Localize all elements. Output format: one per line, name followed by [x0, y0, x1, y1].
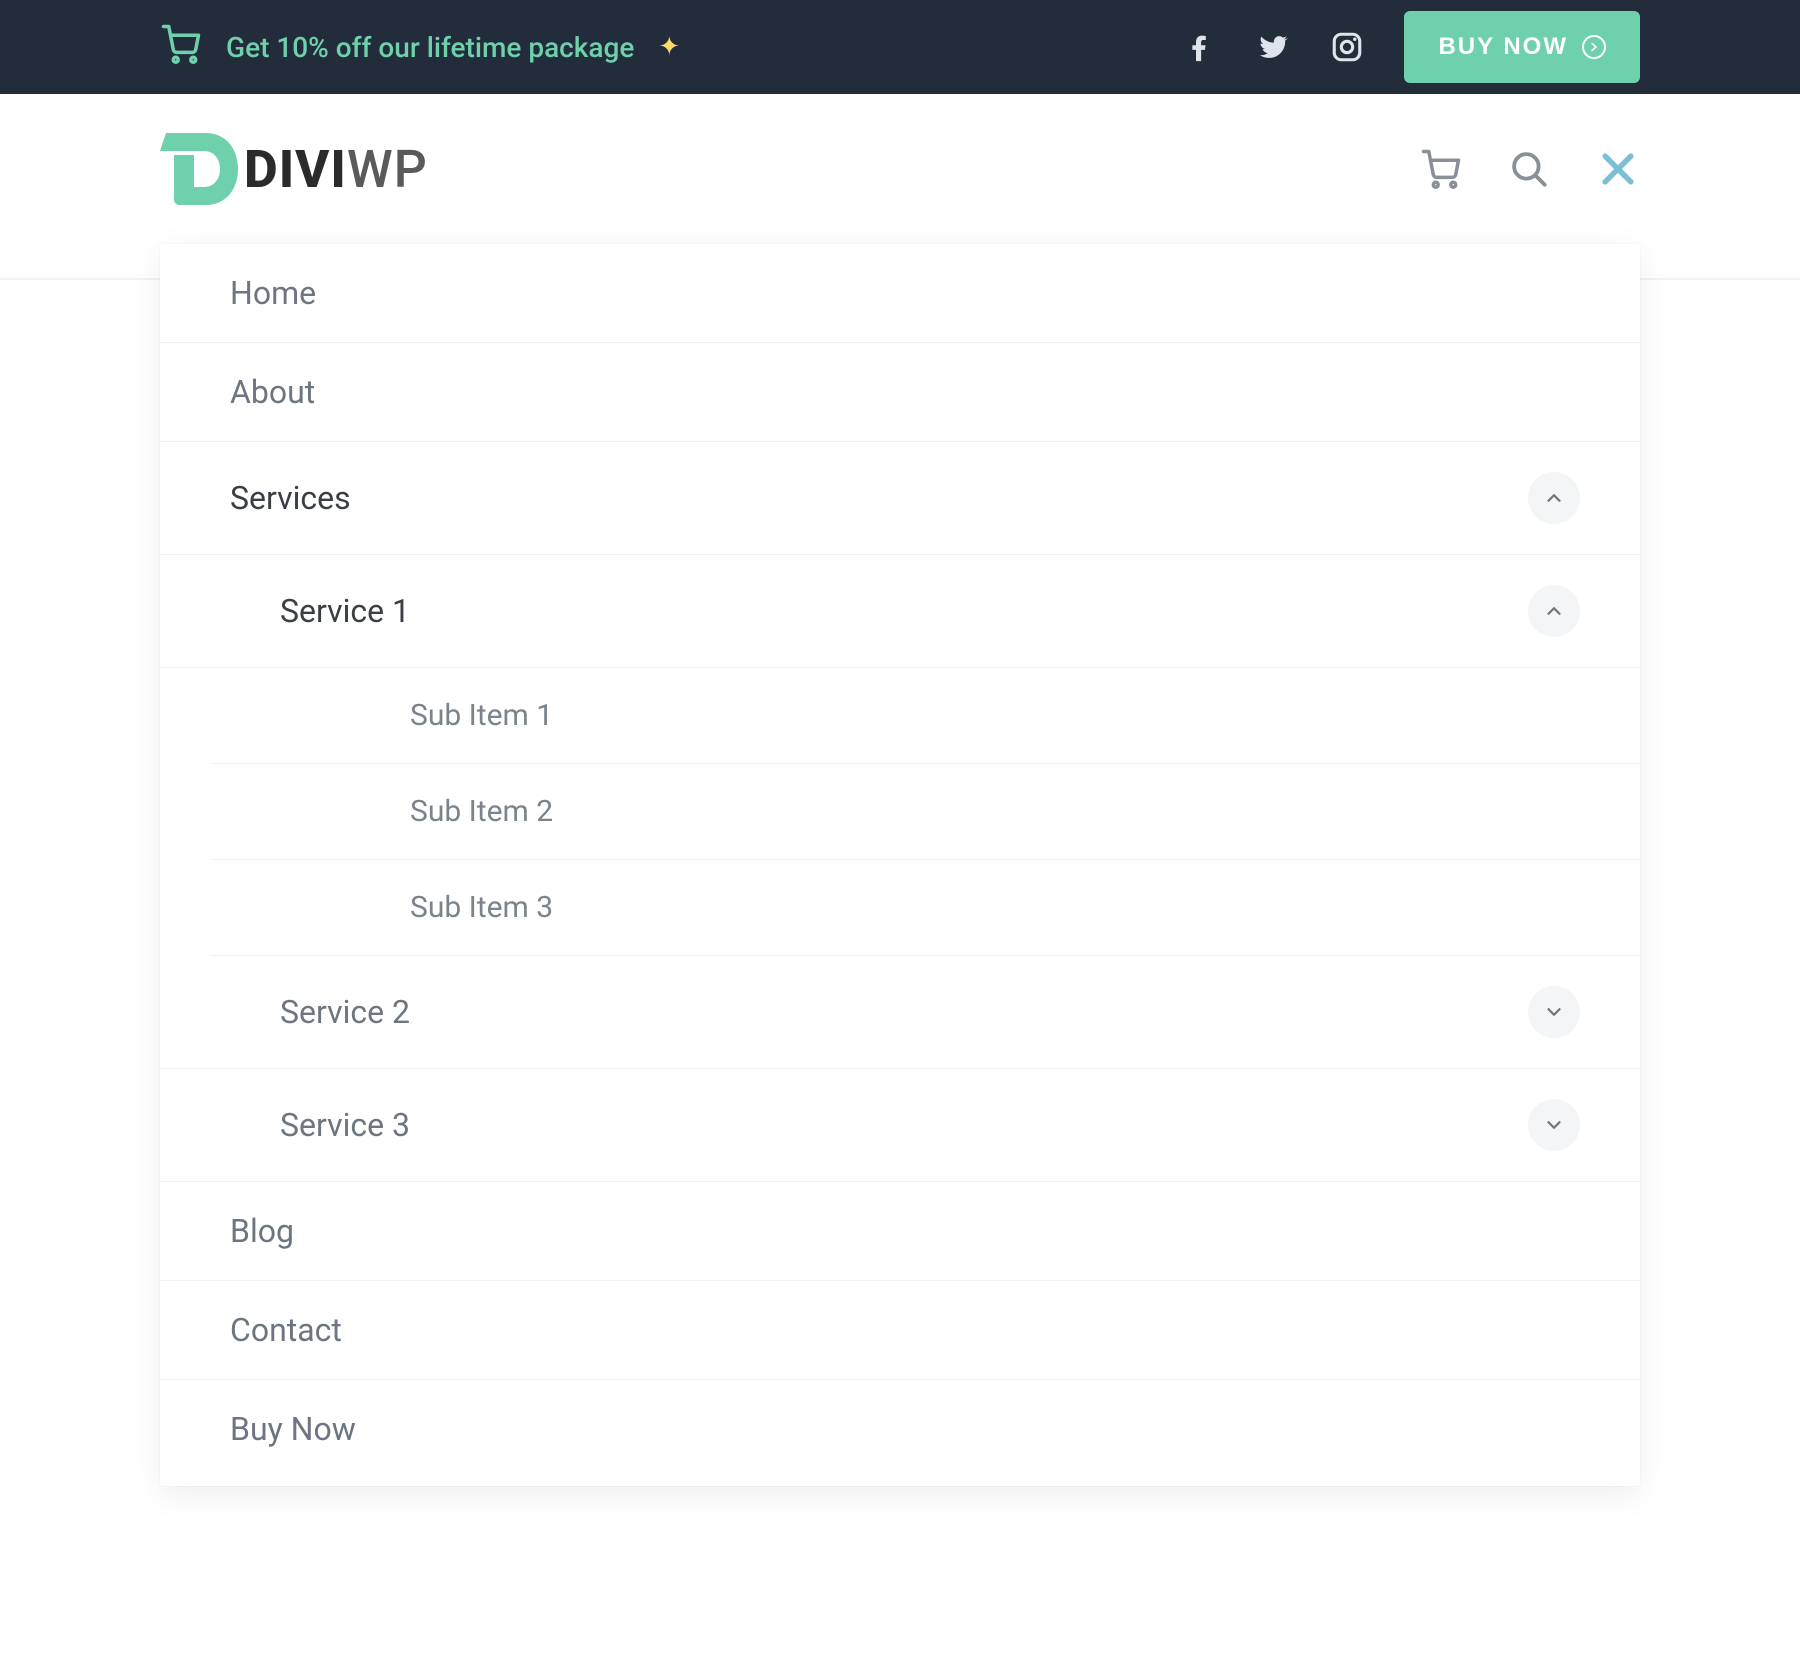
buy-now-button[interactable]: BUY NOW — [1404, 11, 1640, 83]
chevron-down-icon[interactable] — [1528, 986, 1580, 1038]
menu-item-label: Service 3 — [280, 1106, 410, 1144]
promo-banner[interactable]: Get 10% off our lifetime package ✦ — [160, 23, 680, 72]
mobile-menu-panel: Home About Services Service 1 Sub Item 1… — [160, 244, 1640, 1486]
menu-item-about[interactable]: About — [160, 343, 1640, 442]
menu-item-label: Services — [230, 479, 351, 517]
menu-item-label: Contact — [230, 1311, 342, 1349]
menu-item-label: Sub Item 3 — [410, 890, 553, 925]
arrow-right-icon — [1582, 35, 1606, 59]
chevron-up-icon[interactable] — [1528, 585, 1580, 637]
cart-icon — [160, 23, 202, 72]
menu-item-service-2[interactable]: Service 2 — [160, 956, 1640, 1069]
search-icon[interactable] — [1508, 148, 1550, 190]
menu-item-label: Sub Item 2 — [410, 794, 553, 829]
instagram-icon[interactable] — [1330, 30, 1364, 64]
logo-mark-icon — [160, 133, 240, 205]
menu-item-blog[interactable]: Blog — [160, 1182, 1640, 1281]
menu-item-label: Service 2 — [280, 993, 410, 1031]
buy-now-label: BUY NOW — [1438, 33, 1568, 61]
promo-text: Get 10% off our lifetime package — [226, 31, 634, 64]
sparkle-icon: ✦ — [658, 32, 680, 62]
menu-item-service-3[interactable]: Service 3 — [160, 1069, 1640, 1182]
logo-text: DIVIWP — [244, 139, 428, 200]
menu-item-home[interactable]: Home — [160, 244, 1640, 343]
chevron-up-icon[interactable] — [1528, 472, 1580, 524]
menu-item-label: Sub Item 1 — [410, 698, 553, 733]
menu-item-buy-now[interactable]: Buy Now — [160, 1380, 1640, 1478]
chevron-down-icon[interactable] — [1528, 1099, 1580, 1151]
site-logo[interactable]: DIVIWP — [160, 133, 428, 205]
menu-item-label: Home — [230, 274, 316, 312]
menu-item-label: About — [230, 373, 315, 411]
facebook-icon[interactable] — [1182, 30, 1216, 64]
menu-item-service-1[interactable]: Service 1 — [160, 555, 1640, 668]
menu-item-contact[interactable]: Contact — [160, 1281, 1640, 1380]
header-cart-icon[interactable] — [1420, 148, 1462, 190]
menu-item-sub-2[interactable]: Sub Item 2 — [210, 764, 1640, 860]
close-icon[interactable] — [1596, 147, 1640, 191]
menu-item-sub-3[interactable]: Sub Item 3 — [210, 860, 1640, 955]
topbar: Get 10% off our lifetime package ✦ BUY N… — [0, 0, 1800, 94]
menu-item-sub-1[interactable]: Sub Item 1 — [210, 668, 1640, 764]
submenu-service-1: Sub Item 1 Sub Item 2 Sub Item 3 — [210, 668, 1640, 956]
menu-item-services[interactable]: Services — [160, 442, 1640, 555]
site-header: DIVIWP — [150, 94, 1650, 244]
menu-item-label: Service 1 — [280, 592, 410, 630]
social-links — [1182, 30, 1364, 64]
twitter-icon[interactable] — [1256, 30, 1290, 64]
menu-item-label: Blog — [230, 1212, 294, 1250]
menu-item-label: Buy Now — [230, 1410, 356, 1448]
